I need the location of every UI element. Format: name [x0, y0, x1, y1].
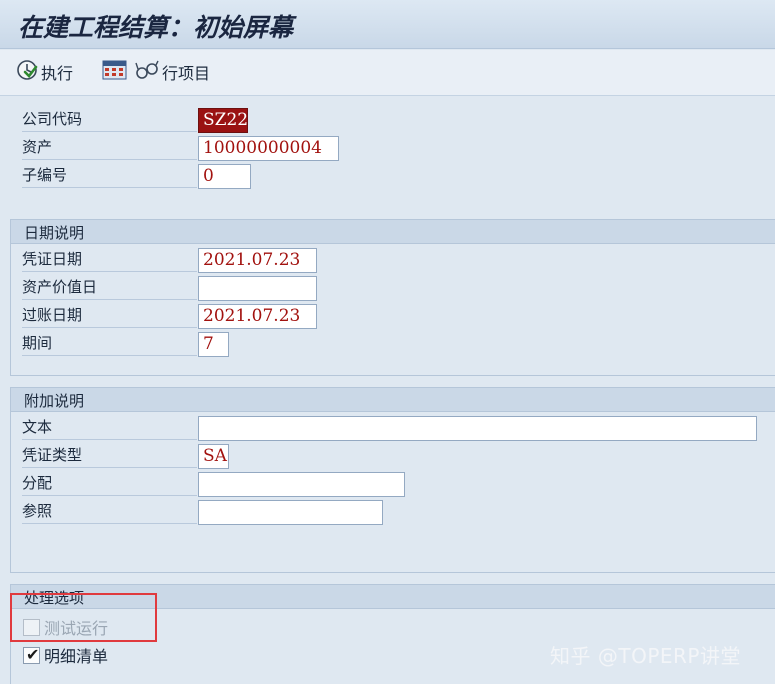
- asset-value-date-label: 资产价值日: [22, 276, 197, 300]
- execute-button[interactable]: 执行: [16, 59, 73, 85]
- doc-date-field[interactable]: 2021.07.23: [198, 248, 317, 273]
- execute-label: 执行: [41, 64, 74, 83]
- line-items-button[interactable]: 行项目: [102, 59, 210, 85]
- watermark: 知乎 @TOPERP讲堂: [550, 644, 741, 668]
- page-title: 在建工程结算：初始屏幕: [18, 13, 294, 42]
- checkmark-icon: ✔: [26, 644, 40, 664]
- detail-list-checkbox[interactable]: ✔: [23, 644, 40, 664]
- execute-icon: [16, 59, 38, 85]
- company-code-label: 公司代码: [22, 108, 197, 132]
- additional-section-title: 附加说明: [24, 392, 85, 410]
- detail-list-option[interactable]: ✔ 明细清单: [23, 643, 108, 667]
- company-code-field[interactable]: SZ22: [198, 108, 248, 133]
- posting-date-label: 过账日期: [22, 304, 197, 328]
- sub-number-field[interactable]: 0: [198, 164, 251, 189]
- date-section-title: 日期说明: [24, 224, 85, 242]
- grid-icon: [102, 59, 128, 85]
- application-toolbar: 执行 行项目: [0, 50, 775, 96]
- assignment-label: 分配: [22, 472, 197, 496]
- detail-list-label: 明细清单: [44, 647, 109, 666]
- doc-type-label: 凭证类型: [22, 444, 197, 468]
- date-section-header: 日期说明: [11, 220, 775, 244]
- additional-section-header: 附加说明: [11, 388, 775, 412]
- text-label: 文本: [22, 416, 197, 440]
- line-items-label: 行项目: [162, 64, 211, 83]
- glasses-icon: [135, 59, 159, 85]
- sub-number-label: 子编号: [22, 164, 197, 188]
- doc-type-field[interactable]: SA: [198, 444, 229, 469]
- posting-date-field[interactable]: 2021.07.23: [198, 304, 317, 329]
- reference-label: 参照: [22, 500, 197, 524]
- asset-field[interactable]: 10000000004: [198, 136, 339, 161]
- asset-value-date-field[interactable]: [198, 276, 317, 301]
- title-bar: 在建工程结算：初始屏幕: [0, 0, 775, 49]
- period-label: 期间: [22, 332, 197, 356]
- text-field[interactable]: [198, 416, 757, 441]
- doc-date-label: 凭证日期: [22, 248, 197, 272]
- asset-label: 资产: [22, 136, 197, 160]
- highlight-box: [10, 593, 157, 642]
- period-field[interactable]: 7: [198, 332, 229, 357]
- assignment-field[interactable]: [198, 472, 405, 497]
- reference-field[interactable]: [198, 500, 383, 525]
